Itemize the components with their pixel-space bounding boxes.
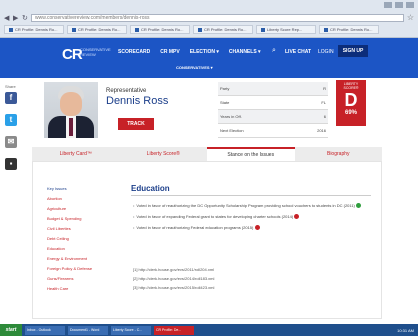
issue-item[interactable]: Health Care (47, 284, 103, 294)
share-rail: Share f t ✉ ▪ (5, 84, 23, 180)
content-panel: Key Issues Abortion Agriculture Budget &… (32, 161, 382, 319)
login-link[interactable]: LOGIN (318, 49, 334, 55)
nav-cr-mpv[interactable]: CR MPV (160, 49, 179, 55)
close-button[interactable] (406, 2, 414, 8)
taskbar-item[interactable]: Document1 - Word (68, 325, 108, 335)
bullet-icon: • (133, 214, 135, 219)
favicon-icon (72, 27, 76, 32)
back-arrow-icon[interactable]: ◀ (4, 14, 10, 22)
browser-tab[interactable]: CR Profile: Dennis Ro... (67, 25, 127, 34)
signup-button[interactable]: SIGN UP (338, 45, 368, 57)
site-logo-subtitle: CONSERVATIVE REVIEW (80, 47, 111, 57)
profile-tabs: Liberty Card™ Liberty Score® Stance on t… (32, 147, 382, 161)
maximize-button[interactable] (395, 2, 403, 8)
issue-item[interactable]: Education (47, 244, 103, 254)
browser-tab-row: CR Profile: Dennis Ro... CR Profile: Den… (4, 25, 414, 35)
bad-vote-icon (254, 225, 260, 231)
reference-link[interactable]: [2] http://clerk.house.gov/evs/2014/roll… (133, 274, 373, 283)
score-label: LIBERTY SCORE® (343, 82, 359, 90)
browser-tab[interactable]: CR Profile: Dennis Ro... (193, 25, 253, 34)
refresh-icon[interactable]: ↻ (22, 14, 28, 22)
address-row: ◀ ▶ ↻ www.conservativereview.com/members… (4, 12, 414, 23)
nav-channels[interactable]: CHANNELS ▾ (229, 49, 261, 55)
tab-biography[interactable]: Biography (295, 147, 383, 161)
main-nav: SCORECARD CR MPV ELECTION ▾ CHANNELS ▾ (118, 49, 261, 55)
profile-header: Representative Dennis Ross TRACK (32, 80, 382, 142)
score-percent: 69% (344, 110, 357, 116)
taskbar-clock: 10:31 AM (397, 327, 414, 333)
issues-menu: Key Issues Abortion Agriculture Budget &… (47, 184, 103, 294)
browser-tab[interactable]: Liberty Score Rep... (256, 25, 316, 34)
search-icon[interactable]: ⌕ (272, 47, 276, 55)
taskbar-item-active[interactable]: CR Profile: De... (154, 325, 194, 335)
issue-item[interactable]: Energy & Environment (47, 254, 103, 264)
issue-item[interactable]: Foreign Policy & Defense (47, 264, 103, 274)
window-controls (384, 2, 414, 8)
issue-item[interactable]: Abortion (47, 194, 103, 204)
twitter-icon[interactable]: t (5, 114, 17, 126)
liberty-score-card[interactable]: LIBERTY SCORE® D 69% (336, 80, 366, 126)
vote-list: • Voted in favor of reauthorizing the DC … (133, 202, 373, 235)
issue-item[interactable]: Agriculture (47, 204, 103, 214)
track-button[interactable]: TRACK (118, 118, 154, 130)
favicon-icon (135, 27, 139, 32)
tab-liberty-score[interactable]: Liberty Score® (120, 147, 208, 161)
issue-item[interactable]: Guns/Firearms (47, 274, 103, 284)
forward-arrow-icon[interactable]: ▶ (13, 14, 19, 22)
tab-liberty-card[interactable]: Liberty Card™ (32, 147, 120, 161)
browser-tab[interactable]: CR Profile: Dennis Ro... (4, 25, 64, 34)
share-label: Share (5, 84, 16, 89)
representative-photo (44, 82, 98, 138)
email-icon[interactable]: ✉ (5, 136, 17, 148)
fact-table: Party R State FL Years in Off. 6 Next Elect… (218, 82, 328, 138)
browser-tab[interactable]: CR Profile: Dennis Ro... (130, 25, 190, 34)
favicon-icon (198, 27, 202, 32)
favicon-icon (261, 27, 265, 32)
browser-chrome: ◀ ▶ ↻ www.conservativereview.com/members… (0, 0, 418, 38)
reference-list: [1] http://clerk.house.gov/evs/2011/roll… (133, 265, 373, 292)
os-taskbar: start Inbox - Outlook Document1 - Word L… (0, 324, 418, 336)
fact-row: Next Election 2016 (218, 124, 328, 138)
minimize-button[interactable] (384, 2, 392, 8)
live-chat-link[interactable]: LIVE CHAT (285, 49, 311, 55)
fact-row: Years in Off. 6 (218, 110, 328, 124)
vote-item: • Voted in favor of expanding Federal gra… (133, 213, 373, 220)
rep-name: Dennis Ross (106, 95, 169, 107)
issue-item[interactable]: Debt Ceiling (47, 234, 103, 244)
reference-link[interactable]: [1] http://clerk.house.gov/evs/2011/roll… (133, 265, 373, 274)
reference-link[interactable]: [3] http://clerk.house.gov/evs/2015/roll… (133, 283, 373, 292)
taskbar-item[interactable]: Liberty Score - C... (111, 325, 151, 335)
facebook-icon[interactable]: f (5, 92, 17, 104)
start-button[interactable]: start (0, 324, 22, 336)
favicon-icon (324, 27, 328, 32)
nav-conservatives[interactable]: CONSERVATIVES ▾ (176, 65, 213, 70)
section-divider (131, 195, 371, 196)
good-vote-icon (356, 203, 362, 209)
score-grade: D (344, 90, 358, 110)
site-logo[interactable]: CR (62, 46, 83, 63)
section-title: Education (131, 184, 170, 193)
taskbar-item[interactable]: Inbox - Outlook (25, 325, 65, 335)
bad-vote-icon (294, 214, 300, 220)
favorite-star-icon[interactable]: ☆ (407, 13, 414, 22)
bullet-icon: • (133, 225, 135, 230)
issue-item[interactable]: Civil Liberties (47, 224, 103, 234)
issue-item-key-issues[interactable]: Key Issues (47, 184, 103, 194)
tab-stance-on-issues[interactable]: Stance on the Issues (207, 147, 295, 161)
fact-row: Party R (218, 82, 328, 96)
address-bar[interactable]: www.conservativereview.com/members/denni… (31, 13, 404, 22)
browser-tab[interactable]: CR Profile: Dennis Ro... (319, 25, 379, 34)
fact-row: State FL (218, 96, 328, 110)
issue-item[interactable]: Budget & Spending (47, 214, 103, 224)
nav-scorecard[interactable]: SCORECARD (118, 49, 150, 55)
vote-item: • Voted in favor of reauthorizing Federal… (133, 224, 373, 231)
nav-election[interactable]: ELECTION ▾ (190, 49, 219, 55)
rep-title: Representative (106, 88, 147, 94)
site-header: CR CONSERVATIVE REVIEW SCORECARD CR MPV … (0, 38, 418, 78)
comment-icon[interactable]: ▪ (5, 158, 17, 170)
favicon-icon (9, 27, 13, 32)
bullet-icon: • (133, 203, 135, 208)
vote-item: • Voted in favor of reauthorizing the DC … (133, 202, 373, 209)
